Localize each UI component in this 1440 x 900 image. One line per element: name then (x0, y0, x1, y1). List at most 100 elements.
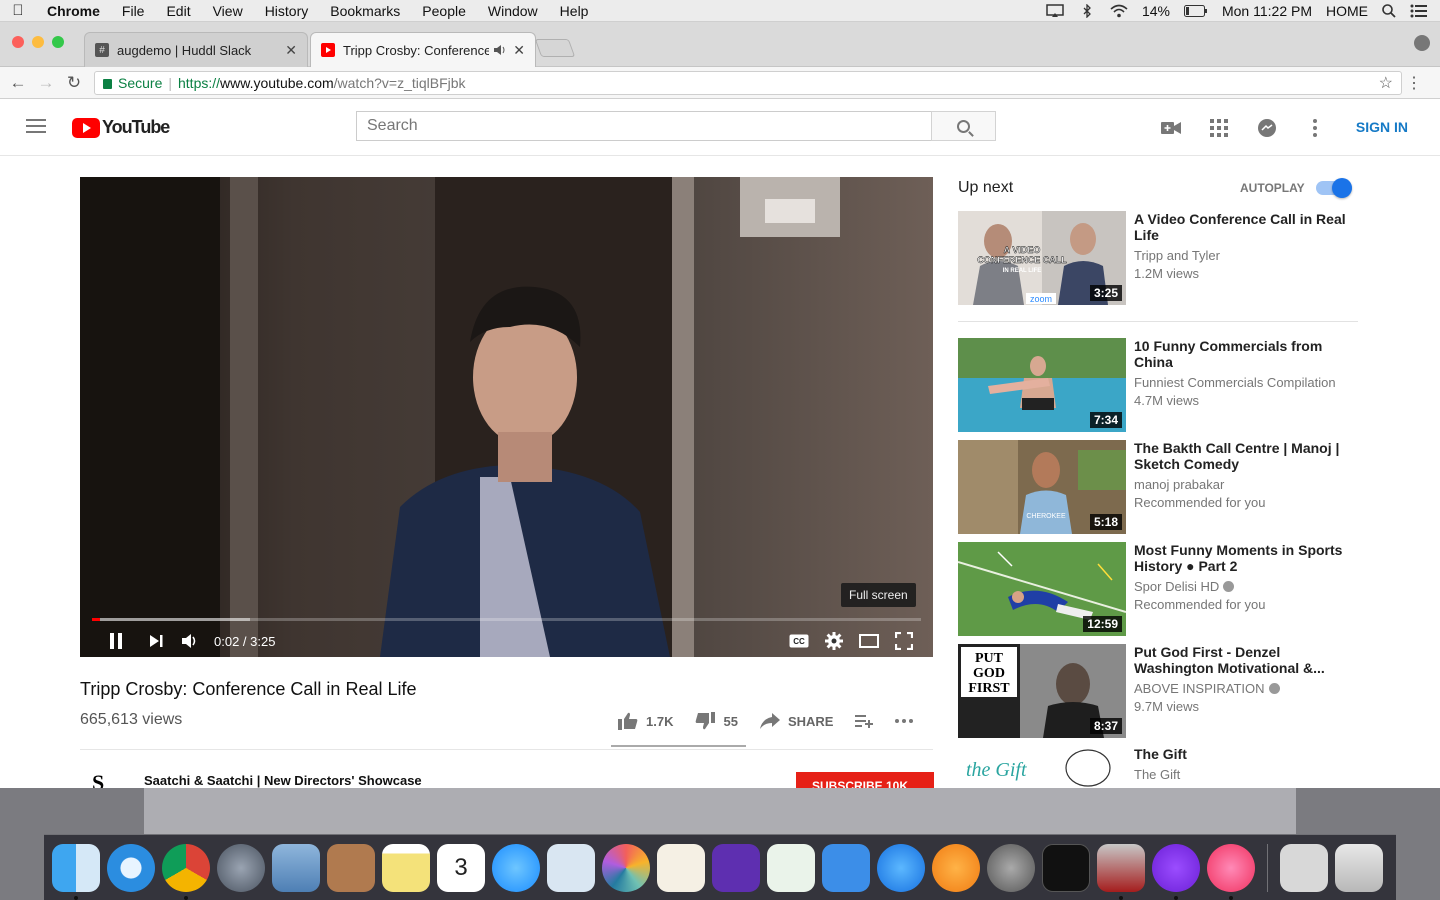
pause-icon[interactable] (104, 631, 128, 651)
share-button[interactable]: SHARE (759, 713, 833, 729)
channel-name[interactable]: The Gift (1134, 767, 1180, 782)
new-tab-button[interactable] (534, 39, 576, 57)
reload-icon[interactable]: ↻ (60, 73, 88, 93)
channel-name[interactable]: ABOVE INSPIRATION (1134, 681, 1280, 696)
channel-name[interactable]: Spor Delisi HD (1134, 579, 1235, 594)
zoom-window-button[interactable] (52, 36, 64, 48)
menu-window[interactable]: Window (477, 3, 549, 19)
itunes-icon[interactable] (1207, 843, 1255, 900)
recommended-video[interactable]: the Gift The Gift The Gift (958, 746, 1358, 788)
terminal-icon[interactable] (1042, 843, 1090, 892)
video-thumbnail[interactable]: 12:59 (958, 542, 1126, 636)
calendar-icon[interactable]: 3 (437, 843, 485, 892)
car-app-icon[interactable] (1097, 843, 1145, 900)
messages-icon[interactable] (1256, 118, 1278, 138)
video-title-link[interactable]: A Video Conference Call in Real Life (1134, 211, 1350, 243)
notification-center-icon[interactable] (1410, 4, 1428, 18)
dislike-button[interactable]: 55 (695, 712, 738, 730)
maps-icon[interactable] (547, 843, 595, 892)
secure-indicator[interactable]: Secure (103, 75, 162, 91)
next-video-icon[interactable] (144, 631, 168, 651)
video-thumbnail[interactable]: A VIDEO CONFERENCE CALL IN REAL LIFE zoo… (958, 211, 1126, 305)
progress-bar[interactable] (92, 618, 921, 621)
address-bar[interactable]: Secure | https:// www.youtube.com /watch… (94, 70, 1402, 95)
recommended-video[interactable]: 7:34 10 Funny Commercials from China Fun… (958, 338, 1358, 432)
menu-edit[interactable]: Edit (155, 3, 201, 19)
back-icon[interactable]: ← (4, 73, 32, 93)
airplay-icon[interactable] (1046, 3, 1064, 18)
contacts-icon[interactable] (327, 843, 375, 892)
ibooks-icon[interactable] (932, 843, 980, 892)
channel-name[interactable]: Funniest Commercials Compilation (1134, 375, 1336, 390)
video-title-link[interactable]: The Bakth Call Centre | Manoj | Sketch C… (1134, 440, 1350, 472)
safari-icon[interactable] (107, 843, 155, 892)
menu-view[interactable]: View (202, 3, 254, 19)
minimize-window-button[interactable] (32, 36, 44, 48)
sign-in-button[interactable]: SIGN IN (1356, 119, 1408, 135)
trash-icon[interactable] (1335, 843, 1383, 892)
preview-icon[interactable] (272, 843, 320, 892)
captions-icon[interactable]: CC (789, 631, 809, 651)
photos-icon[interactable] (602, 843, 650, 892)
tab-youtube[interactable]: Tripp Crosby: Conference C ✕ (310, 32, 536, 67)
menubar-location[interactable]: HOME (1326, 3, 1368, 19)
notes-icon[interactable] (382, 843, 430, 892)
forward-icon[interactable]: → (32, 73, 60, 93)
menu-file[interactable]: File (111, 3, 156, 19)
close-tab-icon[interactable]: ✕ (513, 42, 525, 59)
imovie-icon[interactable] (712, 843, 760, 892)
chrome-menu-icon[interactable]: ⋮ (1402, 73, 1426, 93)
audio-playing-icon[interactable] (493, 44, 507, 56)
video-title-link[interactable]: Put God First - Denzel Washington Motiva… (1134, 644, 1350, 676)
recommended-video[interactable]: 12:59 Most Funny Moments in Sports Histo… (958, 542, 1358, 636)
spotlight-icon[interactable] (1382, 3, 1396, 18)
video-thumbnail[interactable]: CHEROKEE 5:18 (958, 440, 1126, 534)
app-store-icon[interactable] (877, 843, 925, 892)
video-title-link[interactable]: The Gift (1134, 746, 1350, 762)
add-to-playlist-button[interactable] (855, 714, 874, 728)
search-button[interactable] (931, 111, 996, 141)
menu-bookmarks[interactable]: Bookmarks (319, 3, 411, 19)
volume-icon[interactable] (178, 631, 202, 651)
menu-people[interactable]: People (411, 3, 477, 19)
menu-help[interactable]: Help (549, 3, 600, 19)
bluetooth-icon[interactable] (1078, 3, 1096, 18)
launchpad-icon[interactable] (217, 843, 265, 892)
hamburger-menu-icon[interactable] (26, 119, 46, 137)
pages-icon[interactable] (657, 843, 705, 892)
close-tab-icon[interactable]: ✕ (285, 42, 297, 59)
bookmark-star-icon[interactable]: ☆ (1379, 73, 1393, 93)
finder-icon[interactable] (52, 843, 100, 900)
profile-icon[interactable] (1414, 35, 1430, 51)
more-options-icon[interactable] (1304, 118, 1326, 138)
video-title-link[interactable]: Most Funny Moments in Sports History ● P… (1134, 542, 1350, 574)
video-thumbnail[interactable]: the Gift (958, 746, 1126, 788)
like-button[interactable]: 1.7K (618, 712, 673, 730)
apple-icon[interactable]:  (0, 2, 36, 19)
video-player[interactable]: Full screen 0:02 / 3:25 CC (80, 177, 933, 657)
search-input[interactable]: Search (356, 111, 932, 141)
system-preferences-icon[interactable] (987, 843, 1035, 892)
video-thumbnail[interactable]: PUT GOD FIRST 8:37 (958, 644, 1126, 738)
numbers-icon[interactable] (767, 843, 815, 892)
more-actions-button[interactable] (895, 719, 914, 723)
messages-app-icon[interactable] (492, 843, 540, 892)
autoplay-toggle[interactable] (1316, 178, 1352, 198)
channel-avatar[interactable]: S (92, 770, 104, 788)
menubar-clock[interactable]: Mon 11:22 PM (1222, 3, 1312, 19)
menu-history[interactable]: History (254, 3, 320, 19)
subscribe-button[interactable]: SUBSCRIBE 10K (796, 772, 934, 788)
purple-app-icon[interactable] (1152, 843, 1200, 900)
close-window-button[interactable] (12, 36, 24, 48)
youtube-logo[interactable]: YouTube (72, 117, 170, 138)
music-folder-icon[interactable] (1280, 843, 1328, 892)
battery-icon[interactable] (1183, 4, 1208, 17)
channel-name[interactable]: manoj prabakar (1134, 477, 1224, 492)
channel-name[interactable]: Tripp and Tyler (1134, 248, 1220, 263)
video-thumbnail[interactable]: 7:34 (958, 338, 1126, 432)
settings-gear-icon[interactable] (825, 631, 843, 651)
wifi-icon[interactable] (1110, 4, 1128, 18)
recommended-video[interactable]: CHEROKEE 5:18 The Bakth Call Centre | Ma… (958, 440, 1358, 534)
keynote-icon[interactable] (822, 843, 870, 892)
recommended-video[interactable]: A VIDEO CONFERENCE CALL IN REAL LIFE zoo… (958, 211, 1358, 305)
